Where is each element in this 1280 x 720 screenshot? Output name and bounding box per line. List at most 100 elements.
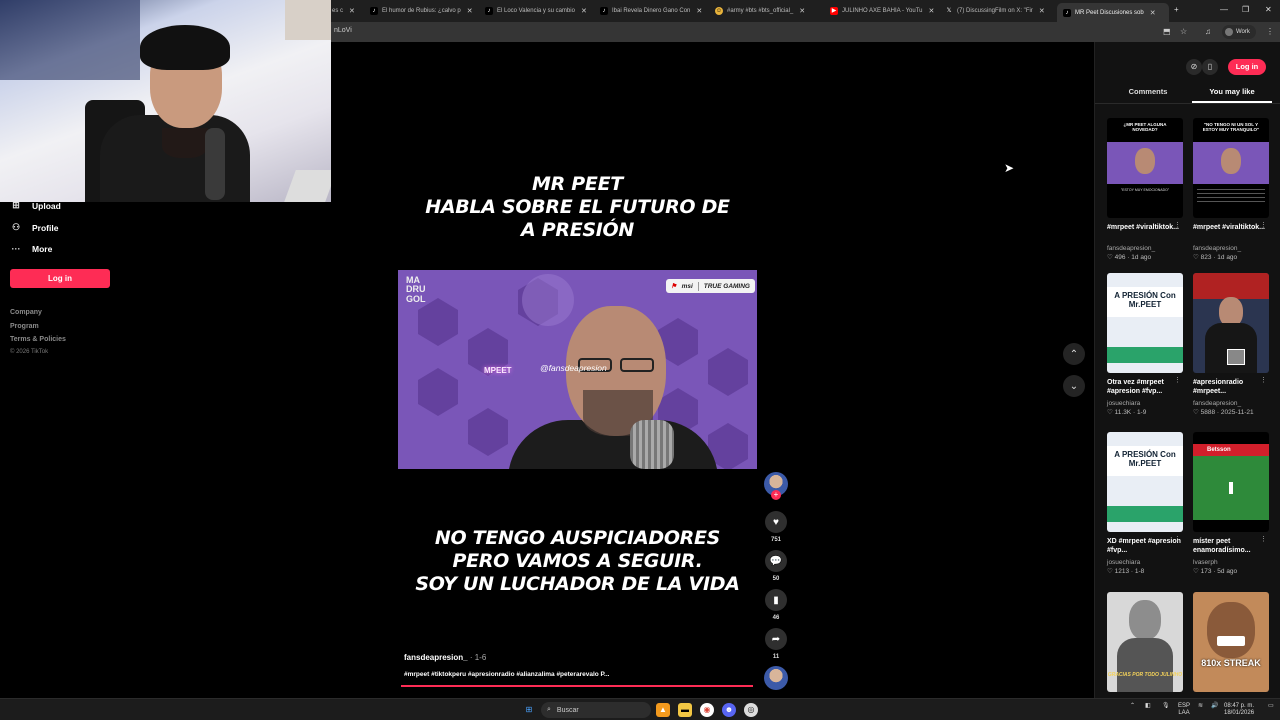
recommended-video-card[interactable]: Betsson ⋮ míster peet enamoradísimo... l… <box>1193 432 1269 575</box>
recommended-video-card[interactable]: A PRESIÓN Con Mr.PEET ⋮ XD #mrpeet #apre… <box>1107 432 1183 575</box>
card-title: míster peet enamoradísimo... <box>1193 538 1251 555</box>
footer-link-company[interactable]: Company <box>10 309 42 316</box>
recommended-video-card[interactable]: 810x STREAK <box>1193 592 1269 692</box>
music-disc-avatar[interactable] <box>764 666 788 690</box>
login-button[interactable]: Log in <box>10 269 110 288</box>
clock-time: 08:47 p. m. <box>1224 703 1255 709</box>
close-icon[interactable]: ✕ <box>1150 9 1156 17</box>
discord-icon[interactable]: ☻ <box>722 703 736 717</box>
sidebar-item-profile[interactable]: ⚇ Profile <box>10 222 59 233</box>
card-author: fansdeapresion_ <box>1193 245 1242 252</box>
chrome-icon[interactable]: ◉ <box>700 703 714 717</box>
more-options-icon[interactable]: ⋮ <box>1174 376 1181 384</box>
creator-avatar[interactable]: + <box>764 472 788 500</box>
media-control-icon[interactable]: ♫ <box>1205 27 1211 36</box>
phone-icon[interactable]: ▯ <box>1202 59 1218 75</box>
browser-icon[interactable]: ◎ <box>744 703 758 717</box>
install-app-icon[interactable]: ⬒ <box>1163 27 1171 36</box>
app-icon[interactable]: ▲ <box>656 703 670 717</box>
follow-plus-icon[interactable]: + <box>771 490 781 500</box>
footer-link-program[interactable]: Program <box>10 323 39 330</box>
close-icon[interactable]: ✕ <box>467 7 473 15</box>
tab-comments[interactable]: Comments <box>1108 87 1188 96</box>
share-action[interactable]: ➦ 11 <box>765 628 787 660</box>
footer-link-terms[interactable]: Terms & Policies <box>10 336 66 343</box>
new-tab-icon[interactable]: + <box>1174 5 1179 14</box>
maximize-icon[interactable]: ❐ <box>1242 5 1249 14</box>
comment-action[interactable]: 💬 50 <box>765 550 787 582</box>
browser-tab-active[interactable]: ♪ MR Peet Discusiones sob ✕ <box>1057 3 1169 22</box>
tray-chevron-icon[interactable]: ⌃ <box>1130 703 1135 710</box>
language-indicator[interactable]: ESP LAA <box>1178 703 1190 717</box>
like-action[interactable]: ♥ 751 <box>765 511 787 543</box>
plus-square-icon: ⊞ <box>12 200 20 210</box>
browser-tab[interactable]: ♪ El humor de Rubius: ¿calvo p ✕ <box>370 3 476 19</box>
close-icon[interactable]: ✕ <box>581 7 587 15</box>
more-options-icon[interactable]: ⋮ <box>1260 221 1267 229</box>
recommended-video-card[interactable]: A PRESIÓN Con Mr.PEET ⋮ Otra vez #mrpeet… <box>1107 273 1183 416</box>
more-options-icon[interactable]: ⋮ <box>1260 376 1267 384</box>
close-window-icon[interactable]: ✕ <box>1265 5 1272 14</box>
video-thumbnail: 810x STREAK <box>1193 592 1269 692</box>
thumbnail-face <box>1221 148 1241 174</box>
browser-tab[interactable]: ♪ El Loco Valencia y su cambio ✕ <box>485 3 591 19</box>
previous-video-button[interactable]: ⌃ <box>1063 343 1085 365</box>
taskbar-search[interactable]: ⌕ Buscar <box>541 702 651 718</box>
minimize-icon[interactable]: — <box>1220 5 1228 14</box>
thumbnail-face <box>1135 148 1155 174</box>
windows-start-icon[interactable]: ⊞ <box>522 703 536 717</box>
author-name[interactable]: fansdeapresion_ <box>404 653 468 662</box>
file-explorer-icon[interactable]: ▬ <box>678 703 692 717</box>
thumbnail-caption: "NO TENGO NI UN SOL Y ESTOY MUY TRANQUIL… <box>1202 122 1260 133</box>
video-progress-bar[interactable] <box>401 685 753 687</box>
share-icon[interactable]: ➦ <box>765 628 787 650</box>
sidebar-item-more[interactable]: ··· More <box>10 244 53 254</box>
browser-tab[interactable]: es c ✕ <box>332 3 360 19</box>
video-hashtags[interactable]: #mrpeet #tiktokperu #apresionradio #alia… <box>404 671 609 678</box>
card-date: 5d ago <box>1217 568 1238 575</box>
neon-sign: MPEET <box>484 366 512 375</box>
heart-icon[interactable]: ♥ <box>765 511 787 533</box>
browser-tab[interactable]: ▶ JULINHO AXE BAHIA - YouTu ✕ <box>830 3 936 19</box>
comment-icon[interactable]: 💬 <box>765 550 787 572</box>
thumbnail-subtext <box>1197 188 1265 202</box>
close-icon[interactable]: ✕ <box>799 7 805 15</box>
recommended-video-card[interactable]: ⋮ #apresionradio #mrpeet... fansdeapresi… <box>1193 273 1269 416</box>
close-icon[interactable]: ✕ <box>1039 7 1045 15</box>
next-video-button[interactable]: ⌄ <box>1063 375 1085 397</box>
sidebar-item-upload[interactable]: ⊞ Upload <box>10 200 61 211</box>
close-icon[interactable]: ✕ <box>928 7 934 15</box>
recommended-video-card[interactable]: "NO TENGO NI UN SOL Y ESTOY MUY TRANQUIL… <box>1193 118 1269 261</box>
tray-app-icon[interactable]: ◧ <box>1145 703 1151 710</box>
notifications-icon[interactable]: ▭ <box>1268 703 1274 710</box>
panel-login-button[interactable]: Log in <box>1228 59 1266 75</box>
recommended-video-card[interactable]: GRACIAS POR TODO JULINHO <box>1107 592 1183 692</box>
more-options-icon[interactable]: ⋮ <box>1174 535 1181 543</box>
tab-you-may-like[interactable]: You may like <box>1192 87 1272 96</box>
close-icon[interactable]: ✕ <box>696 7 702 15</box>
browser-tab[interactable]: 𝕏 (7) DiscussingFilm on X: "Fir ✕ <box>945 3 1051 19</box>
recommended-video-card[interactable]: ¿MR PEET ALGUNA NOVEDAD? "ESTOY MUY EMOC… <box>1107 118 1183 261</box>
bookmark-star-icon[interactable]: ☆ <box>1180 27 1187 36</box>
caption-line: SOY UN LUCHADOR DE LA VIDA <box>415 573 740 596</box>
video-player[interactable]: MR PEET HABLA SOBRE EL FUTURO DE A PRESI… <box>398 145 757 690</box>
wifi-icon[interactable]: ≋ <box>1198 703 1203 710</box>
url-text[interactable]: nLoVi <box>334 27 352 34</box>
video-author[interactable]: fansdeapresion_ · 1-6 <box>404 653 486 662</box>
close-icon[interactable]: ✕ <box>349 7 355 15</box>
profile-chip[interactable]: Work <box>1222 25 1256 39</box>
video-thumbnail: "NO TENGO NI UN SOL Y ESTOY MUY TRANQUIL… <box>1193 118 1269 218</box>
volume-icon[interactable]: 🔊 <box>1211 703 1218 710</box>
browser-tab[interactable]: ♪ Ibai Revela Dinero Gano Con ✕ <box>600 3 706 19</box>
compass-icon[interactable]: ⊘ <box>1186 59 1202 75</box>
browser-tab[interactable]: ☺ #army #bts #bts_official_ ✕ <box>715 3 821 19</box>
save-action[interactable]: ▮ 46 <box>765 589 787 621</box>
more-options-icon[interactable]: ⋮ <box>1260 535 1267 543</box>
search-label: Buscar <box>556 706 579 714</box>
tray-mic-icon[interactable]: 🎙 <box>1162 703 1170 710</box>
more-options-icon[interactable]: ⋮ <box>1174 221 1181 229</box>
bookmark-icon[interactable]: ▮ <box>765 589 787 611</box>
kebab-menu-icon[interactable]: ⋮ <box>1266 27 1274 36</box>
clock[interactable]: 08:47 p. m. 18/01/2026 <box>1224 703 1254 717</box>
video-thumbnail <box>1193 273 1269 373</box>
